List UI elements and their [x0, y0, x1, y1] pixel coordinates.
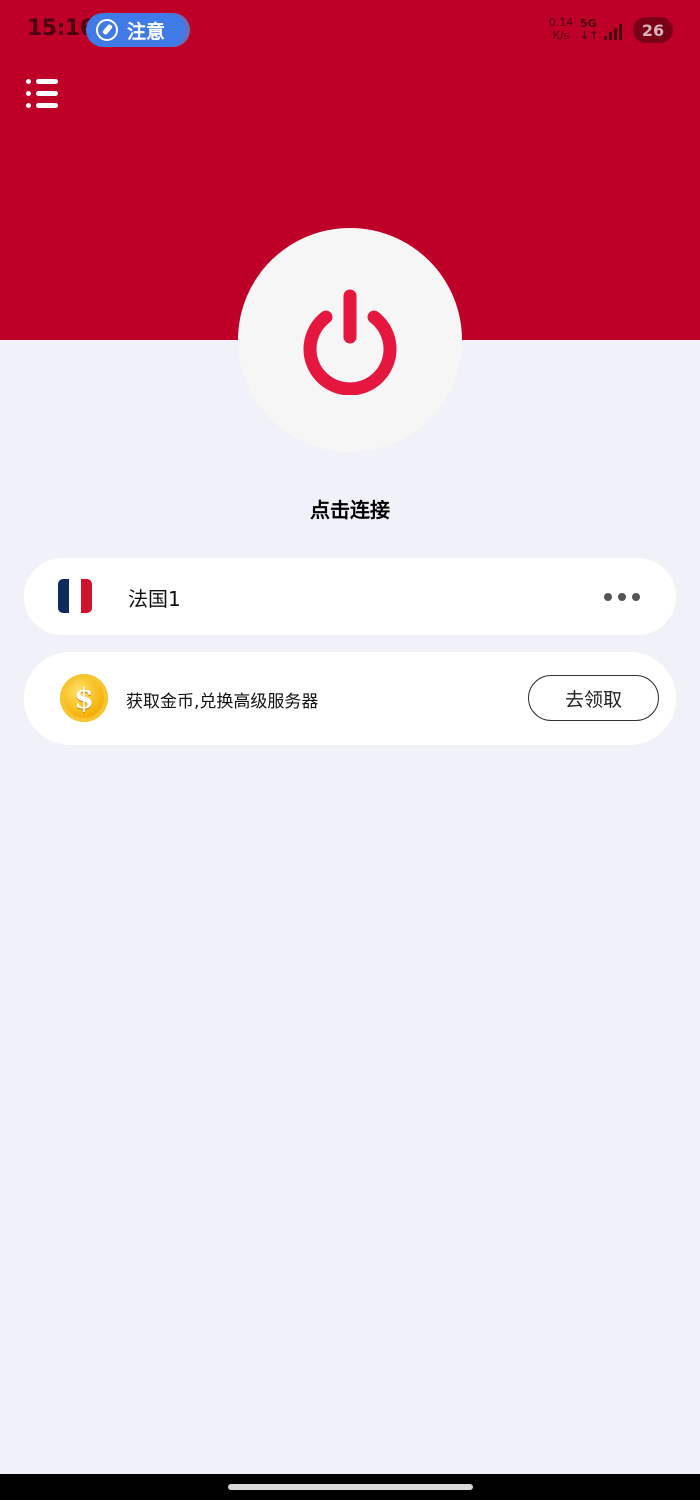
gold-coin-icon: $ — [60, 674, 108, 722]
list-menu-icon[interactable] — [26, 79, 60, 109]
data-arrows-icon: ↓↑ — [580, 29, 599, 42]
network-type: 5G ↓↑ — [580, 18, 598, 42]
reward-card: $ 获取金币,兑换高级服务器 去领取 — [24, 652, 676, 745]
network-speed-unit: K/s — [552, 29, 570, 42]
status-time: 15:16 — [27, 16, 95, 41]
battery-level: 26 — [641, 20, 665, 40]
rocket-icon — [96, 19, 118, 41]
notice-pill[interactable]: 注意 — [86, 13, 186, 47]
claim-button[interactable]: 去领取 — [528, 675, 659, 721]
notice-label: 注意 — [127, 20, 166, 43]
power-icon — [303, 289, 397, 395]
system-nav-bar — [0, 1474, 700, 1500]
connect-power-button[interactable] — [238, 228, 462, 452]
coin-symbol: $ — [74, 681, 94, 715]
server-name: 法国1 — [128, 587, 181, 611]
france-flag-icon — [58, 579, 92, 613]
network-speed: 0.14 K/s — [548, 16, 574, 42]
signal-icon — [604, 22, 626, 40]
server-selector[interactable]: 法国1 — [24, 558, 676, 635]
connection-status-text: 点击连接 — [310, 498, 390, 522]
battery-icon: 26 — [633, 17, 673, 43]
more-dots-icon[interactable] — [604, 590, 644, 604]
home-gesture-handle[interactable] — [228, 1484, 473, 1490]
network-speed-value: 0.14 — [548, 16, 574, 29]
reward-text: 获取金币,兑换高级服务器 — [126, 692, 319, 712]
